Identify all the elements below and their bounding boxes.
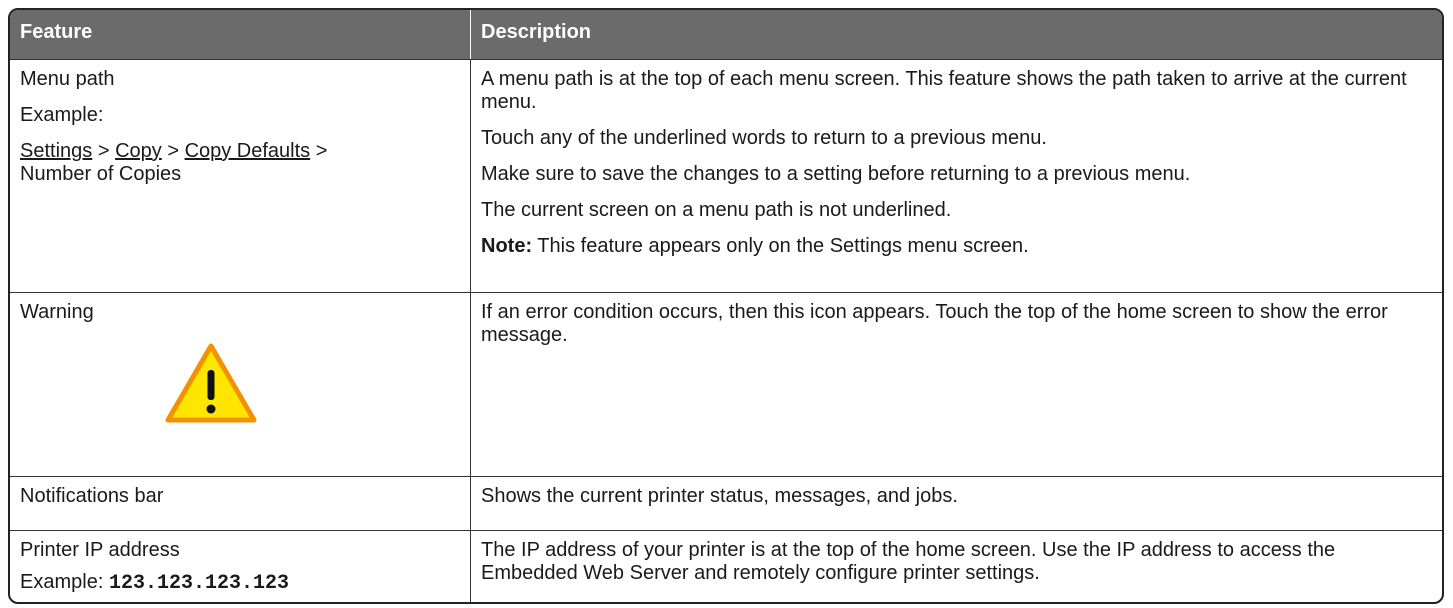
description-cell: If an error condition occurs, then this … bbox=[471, 293, 1442, 476]
feature-cell: Warning bbox=[10, 293, 471, 476]
table-row-printer-ip: Printer IP address Example: 123.123.123.… bbox=[10, 530, 1442, 602]
table-header-row: Feature Description bbox=[10, 10, 1442, 59]
description-paragraph: The IP address of your printer is at the… bbox=[481, 539, 1336, 584]
description-paragraph: The current screen on a menu path is not… bbox=[481, 199, 952, 221]
path-number-of-copies: Number of Copies bbox=[20, 163, 182, 185]
description-cell: The IP address of your printer is at the… bbox=[471, 531, 1442, 602]
description-paragraph: Touch any of the underlined words to ret… bbox=[481, 127, 1047, 149]
note-text: This feature appears only on the Setting… bbox=[532, 235, 1029, 257]
feature-title: Notifications bar bbox=[20, 485, 164, 507]
header-description: Description bbox=[481, 21, 592, 43]
table-row-menu-path: Menu path Example: Settings > Copy > Cop… bbox=[10, 59, 1442, 292]
feature-title: Printer IP address bbox=[20, 539, 180, 561]
feature-cell: Notifications bar bbox=[10, 477, 471, 530]
path-settings: Settings bbox=[20, 140, 93, 162]
example-label: Example: bbox=[20, 104, 104, 126]
table-row-warning: Warning If an error condition occurs, th… bbox=[10, 292, 1442, 476]
header-feature: Feature bbox=[10, 10, 471, 59]
ip-example: Example: 123.123.123.123 bbox=[20, 571, 460, 595]
note-paragraph: Note: This feature appears only on the S… bbox=[481, 235, 1432, 258]
path-separator: > bbox=[310, 140, 328, 162]
path-separator: > bbox=[92, 140, 116, 162]
description-cell: A menu path is at the top of each menu s… bbox=[471, 60, 1442, 292]
path-separator: > bbox=[161, 140, 185, 162]
path-copy: Copy bbox=[115, 140, 162, 162]
description-cell: Shows the current printer status, messag… bbox=[471, 477, 1442, 530]
example-label: Example: bbox=[20, 571, 109, 593]
example-ip-value: 123.123.123.123 bbox=[108, 572, 289, 595]
warning-icon bbox=[165, 343, 257, 423]
feature-cell: Menu path Example: Settings > Copy > Cop… bbox=[10, 60, 471, 292]
description-paragraph: If an error condition occurs, then this … bbox=[481, 301, 1388, 346]
description-paragraph: Shows the current printer status, messag… bbox=[481, 485, 958, 507]
description-paragraph: A menu path is at the top of each menu s… bbox=[481, 68, 1407, 113]
description-paragraph: Make sure to save the changes to a setti… bbox=[481, 163, 1191, 185]
menu-path-example: Settings > Copy > Copy Defaults > Number … bbox=[20, 140, 460, 186]
feature-cell: Printer IP address Example: 123.123.123.… bbox=[10, 531, 471, 602]
table-row-notifications-bar: Notifications bar Shows the current prin… bbox=[10, 476, 1442, 530]
feature-title: Menu path bbox=[20, 68, 115, 90]
feature-title: Warning bbox=[20, 301, 94, 323]
feature-table: Feature Description Menu path Example: S… bbox=[8, 8, 1444, 604]
path-copy-defaults: Copy Defaults bbox=[184, 140, 311, 162]
note-label: Note: bbox=[481, 235, 533, 257]
